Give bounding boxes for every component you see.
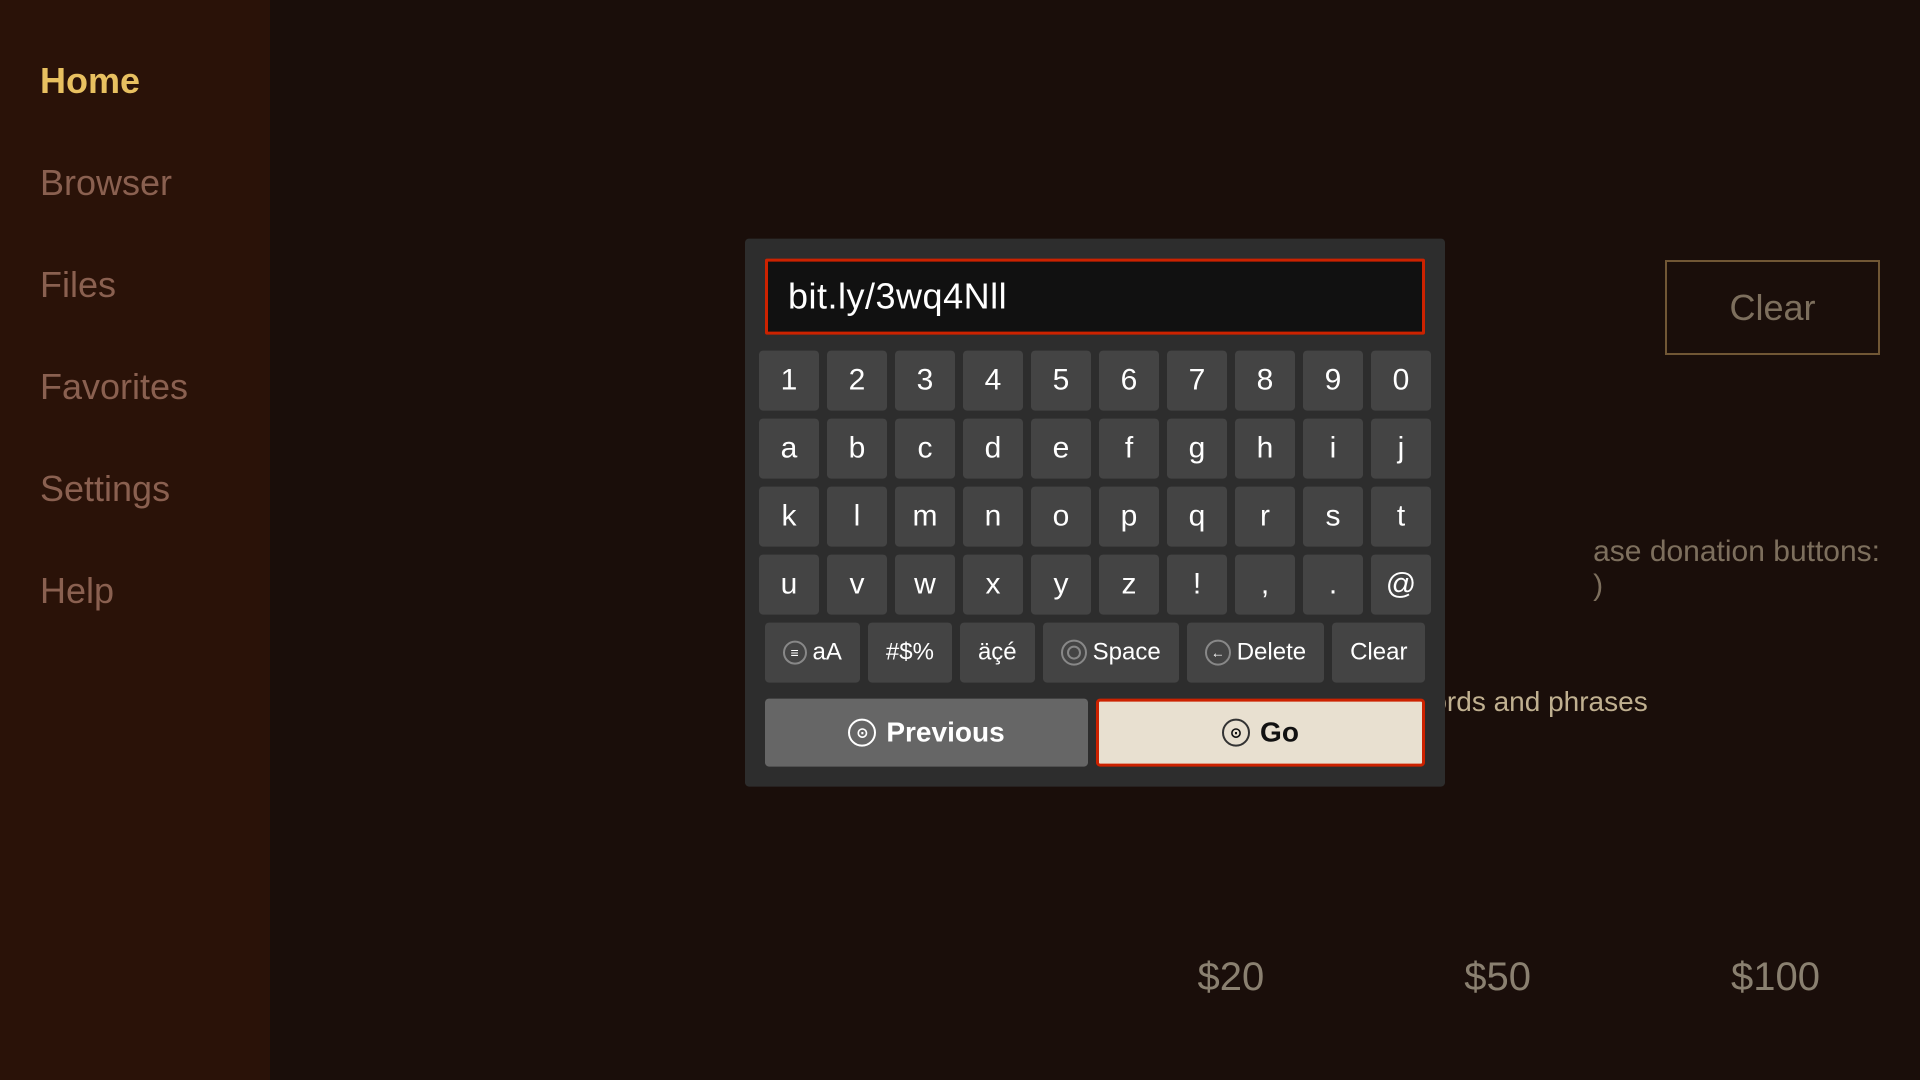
key-z[interactable]: z [1099,555,1159,615]
previous-icon: ⊙ [848,719,876,747]
key-4[interactable]: 4 [963,351,1023,411]
key-r[interactable]: r [1235,487,1295,547]
key-6[interactable]: 6 [1099,351,1159,411]
donation-text: ase donation buttons: ) [1593,535,1880,603]
url-input-field[interactable]: bit.ly/3wq4Nll [765,259,1425,335]
key-v[interactable]: v [827,555,887,615]
key-m[interactable]: m [895,487,955,547]
key-at[interactable]: @ [1371,555,1431,615]
key-k[interactable]: k [759,487,819,547]
key-q[interactable]: q [1167,487,1227,547]
key-accents[interactable]: äçé [960,623,1035,683]
key-case[interactable]: ≡ aA [765,623,860,683]
key-8[interactable]: 8 [1235,351,1295,411]
key-space[interactable]: Space [1043,623,1179,683]
keyboard: 1 2 3 4 5 6 7 8 9 0 a b c d e f g h [765,351,1425,767]
key-e[interactable]: e [1031,419,1091,479]
key-exclaim[interactable]: ! [1167,555,1227,615]
key-o[interactable]: o [1031,487,1091,547]
key-row-u-at: u v w x y z ! , . @ [765,555,1425,615]
sidebar-item-help[interactable]: Help [40,570,230,612]
clear-box: Clear [1665,260,1880,355]
key-row-a-j: a b c d e f g h i j [765,419,1425,479]
go-icon: ⊙ [1222,719,1250,747]
sidebar-item-browser[interactable]: Browser [40,162,230,204]
sidebar-item-settings[interactable]: Settings [40,468,230,510]
go-label: Go [1260,717,1299,749]
key-symbols[interactable]: #$% [868,623,952,683]
key-comma[interactable]: , [1235,555,1295,615]
sidebar-item-favorites[interactable]: Favorites [40,366,230,408]
key-row-numbers: 1 2 3 4 5 6 7 8 9 0 [765,351,1425,411]
key-d[interactable]: d [963,419,1023,479]
key-x[interactable]: x [963,555,1023,615]
key-f[interactable]: f [1099,419,1159,479]
keyboard-dialog: bit.ly/3wq4Nll 1 2 3 4 5 6 7 8 9 0 a b c [745,239,1445,787]
key-b[interactable]: b [827,419,887,479]
previous-button[interactable]: ⊙ Previous [765,699,1088,767]
key-row-k-t: k l m n o p q r s t [765,487,1425,547]
amount-20: $20 [1198,955,1265,1000]
key-s[interactable]: s [1303,487,1363,547]
amount-100: $100 [1731,955,1820,1000]
key-p[interactable]: p [1099,487,1159,547]
key-h[interactable]: h [1235,419,1295,479]
key-9[interactable]: 9 [1303,351,1363,411]
key-n[interactable]: n [963,487,1023,547]
key-0[interactable]: 0 [1371,351,1431,411]
key-delete[interactable]: ← Delete [1187,623,1324,683]
key-i[interactable]: i [1303,419,1363,479]
key-t[interactable]: t [1371,487,1431,547]
main-content: Clear ase donation buttons: ) bit.ly/3wq… [270,0,1920,1080]
key-clear[interactable]: Clear [1332,623,1425,683]
nav-buttons: ⊙ Previous ⊙ Go [765,699,1425,767]
clear-label: Clear [1729,287,1815,329]
sidebar-item-home[interactable]: Home [40,60,230,102]
amount-50: $50 [1464,955,1531,1000]
go-button[interactable]: ⊙ Go [1096,699,1425,767]
key-5[interactable]: 5 [1031,351,1091,411]
sidebar: Home Browser Files Favorites Settings He… [0,0,270,1080]
key-2[interactable]: 2 [827,351,887,411]
key-7[interactable]: 7 [1167,351,1227,411]
key-c[interactable]: c [895,419,955,479]
key-a[interactable]: a [759,419,819,479]
key-y[interactable]: y [1031,555,1091,615]
donation-amounts: $20 $50 $100 [270,955,1920,1000]
key-g[interactable]: g [1167,419,1227,479]
previous-label: Previous [886,717,1004,749]
key-1[interactable]: 1 [759,351,819,411]
key-l[interactable]: l [827,487,887,547]
key-j[interactable]: j [1371,419,1431,479]
key-row-special: ≡ aA #$% äçé Space ← Delete Clear [765,623,1425,683]
key-3[interactable]: 3 [895,351,955,411]
key-period[interactable]: . [1303,555,1363,615]
sidebar-item-files[interactable]: Files [40,264,230,306]
key-u[interactable]: u [759,555,819,615]
key-w[interactable]: w [895,555,955,615]
